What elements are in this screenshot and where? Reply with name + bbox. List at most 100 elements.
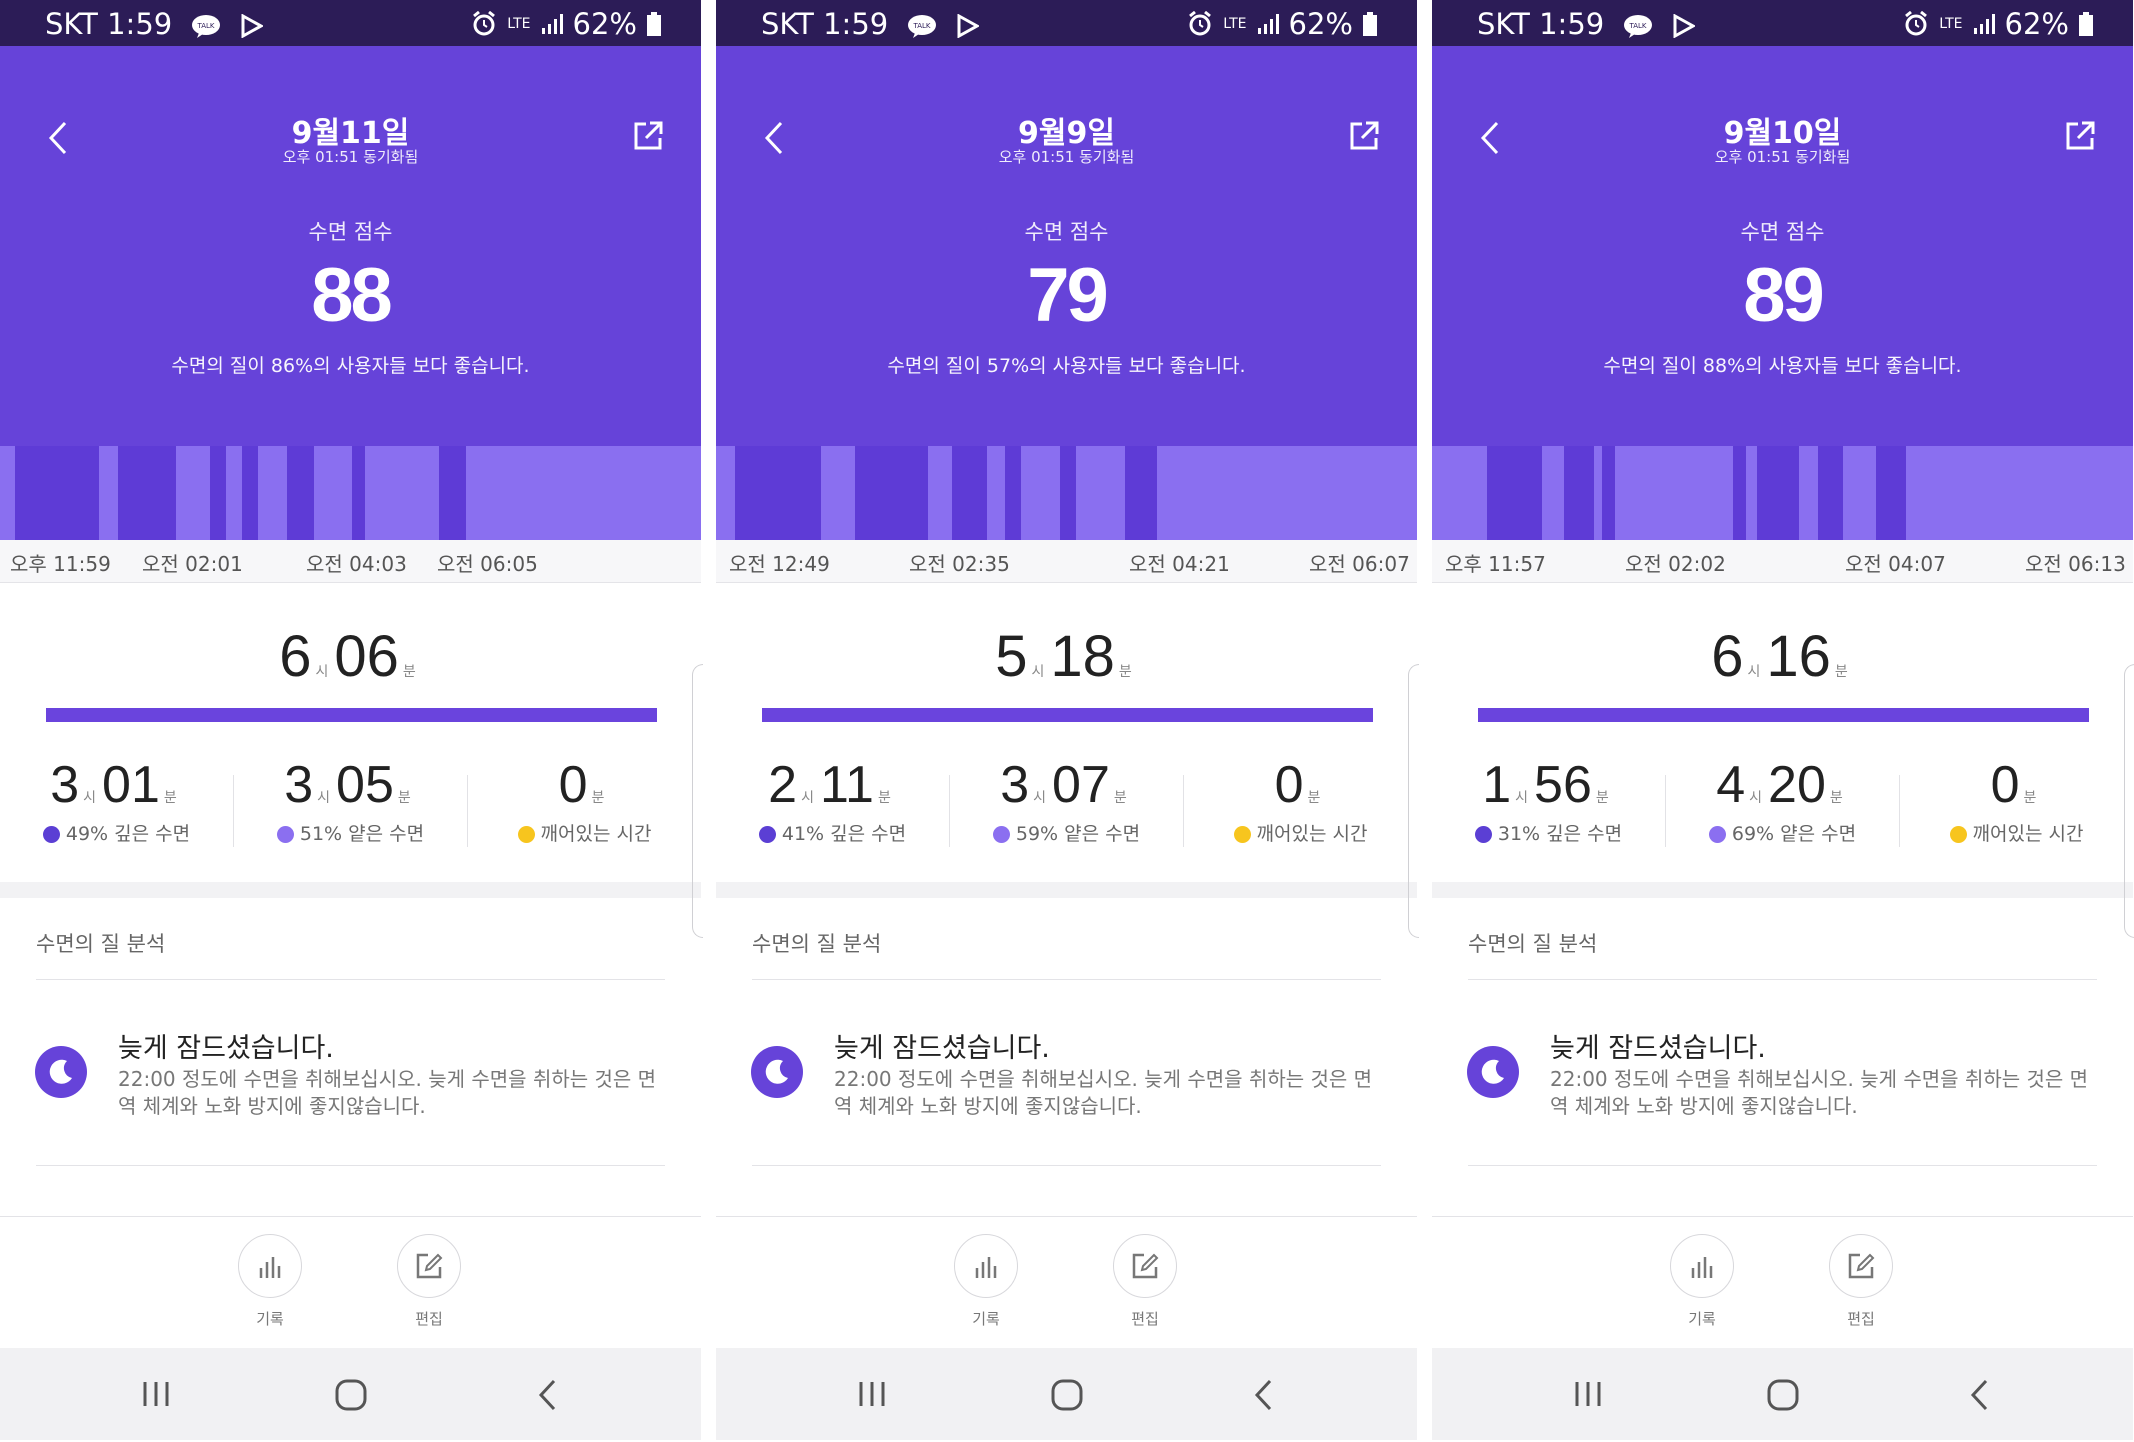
share-icon[interactable] <box>2064 120 2096 152</box>
battery-level: 62% <box>1288 7 1353 41</box>
record-label: 기록 <box>1688 1310 1716 1328</box>
bar-chart-icon <box>259 1257 281 1278</box>
signal-icon <box>541 14 563 34</box>
score-label: 수면 점수 <box>1024 220 1109 244</box>
light-minutes: 05 <box>336 756 394 814</box>
hour-unit: 시 <box>1033 789 1047 805</box>
light-sleep-dot <box>276 826 294 843</box>
sleep-score-header: 9월9일 오후 01:51 동기화됨 수면 점수 79 수면의 질이 57%의 … <box>716 46 1417 446</box>
light-sleep-dot <box>992 826 1010 843</box>
edit-label: 편집 <box>1847 1310 1875 1328</box>
sleep-panel-2: SKT 1:59 TALK LTE 62% 9월9일 오후 01:51 동기화됨… <box>716 0 1417 1440</box>
divider <box>36 1165 665 1166</box>
sleep-score: 88 <box>311 253 393 338</box>
sleep-panel-1: SKT 1:59 TALK LTE 62% 9월11일 오후 01:51 동기화… <box>0 0 701 1440</box>
deep-sleep-segment <box>1060 446 1076 540</box>
minute-unit: 분 <box>877 789 891 805</box>
deep-sleep-legend: 41% 깊은 수면 <box>781 823 907 845</box>
sleep-stage-bar[interactable] <box>1432 446 2133 540</box>
play-store-icon <box>1673 14 1695 38</box>
awake-stat: 0분 깨어있는 시간 <box>1900 755 2133 846</box>
light-sleep-legend: 59% 얕은 수면 <box>1015 823 1141 845</box>
home-icon[interactable] <box>1766 1378 1800 1412</box>
timeline-label: 오전 12:49 <box>729 552 830 576</box>
share-icon[interactable] <box>1348 120 1380 152</box>
deep-sleep-dot <box>758 826 776 843</box>
recent-apps-icon[interactable] <box>140 1378 172 1410</box>
network-type: LTE <box>1223 16 1247 32</box>
status-right: LTE 62% <box>1187 7 1377 41</box>
share-icon[interactable] <box>632 120 664 152</box>
awake-stat: 0분 깨어있는 시간 <box>1184 755 1417 846</box>
deep-sleep-segment <box>352 446 365 540</box>
minute-unit: 분 <box>1595 789 1609 805</box>
sleep-score-header: 9월11일 오후 01:51 동기화됨 수면 점수 88 수면의 질이 86%의… <box>0 46 701 446</box>
minute-unit: 분 <box>591 789 605 805</box>
deep-sleep-segment <box>952 446 987 540</box>
hour-unit: 시 <box>1031 663 1045 679</box>
recent-apps-icon[interactable] <box>1572 1378 1604 1410</box>
status-bar: SKT 1:59 TALK LTE 62% <box>1432 0 2133 46</box>
record-button[interactable]: 기록 <box>954 1234 1018 1329</box>
light-sleep-legend: 69% 얕은 수면 <box>1731 823 1857 845</box>
edit-button[interactable]: 편집 <box>397 1234 461 1329</box>
timeline-label: 오후 11:57 <box>1445 552 1546 576</box>
moon-icon <box>1467 1046 1519 1098</box>
nav-back-icon[interactable] <box>1252 1378 1274 1412</box>
awake-dot <box>1233 826 1251 843</box>
bar-chart-icon <box>975 1257 997 1278</box>
advice-title: 늦게 잠드셨습니다. <box>118 1033 334 1064</box>
light-minutes: 07 <box>1052 756 1110 814</box>
minute-unit: 분 <box>1118 663 1132 679</box>
record-button[interactable]: 기록 <box>238 1234 302 1329</box>
timeline-label: 오전 04:07 <box>1845 552 1946 576</box>
sleep-stats: 1 시 56 분 31% 깊은 수면 4 시 20 분 69% 얕은 수면 0분 깨어있는 … <box>1432 755 2133 865</box>
divider <box>1468 979 2097 980</box>
battery-level: 62% <box>2004 7 2069 41</box>
sleep-stage-bar[interactable] <box>716 446 1417 540</box>
battery-icon <box>2079 12 2093 36</box>
deep-sleep-stat: 1 시 56 분 31% 깊은 수면 <box>1432 755 1665 846</box>
deep-sleep-segment <box>1125 446 1157 540</box>
nav-back-icon[interactable] <box>1968 1378 1990 1412</box>
status-right: LTE 62% <box>471 7 661 41</box>
nav-back-icon[interactable] <box>536 1378 558 1412</box>
edge-panel-handle[interactable] <box>2124 664 2134 938</box>
score-description: 수면의 질이 86%의 사용자들 보다 좋습니다. <box>171 355 530 377</box>
sleep-stage-bar[interactable] <box>0 446 701 540</box>
record-button[interactable]: 기록 <box>1670 1234 1734 1329</box>
total-sleep-bar <box>1478 708 2089 722</box>
status-left: SKT 1:59 TALK <box>45 7 263 41</box>
light-sleep-dot <box>1708 826 1726 843</box>
network-type: LTE <box>1939 16 1963 32</box>
total-sleep-duration: 6 시 06 분 <box>0 623 701 690</box>
edit-button[interactable]: 편집 <box>1113 1234 1177 1329</box>
deep-sleep-dot <box>42 826 60 843</box>
deep-sleep-segment <box>1602 446 1615 540</box>
minute-unit: 분 <box>1829 789 1843 805</box>
advice-body: 22:00 정도에 수면을 취해보십시오. 늦게 수면을 취하는 것은 면역 체… <box>834 1067 1373 1118</box>
recent-apps-icon[interactable] <box>856 1378 888 1410</box>
edge-panel-handle[interactable] <box>692 664 703 938</box>
home-icon[interactable] <box>334 1378 368 1412</box>
clock: 1:59 <box>107 7 173 41</box>
edit-button[interactable]: 편집 <box>1829 1234 1893 1329</box>
total-minutes: 18 <box>1050 624 1115 689</box>
total-sleep-bar <box>46 708 657 722</box>
edge-panel-handle[interactable] <box>1408 664 1419 938</box>
clock: 1:59 <box>823 7 889 41</box>
timeline-label: 오전 02:01 <box>142 552 243 576</box>
advice-body: 22:00 정도에 수면을 취해보십시오. 늦게 수면을 취하는 것은 면역 체… <box>118 1067 657 1118</box>
timeline-label: 오전 06:13 <box>2025 552 2126 576</box>
deep-sleep-dot <box>1474 826 1492 843</box>
deep-sleep-segment <box>1564 446 1594 540</box>
sync-status: 오후 01:51 동기화됨 <box>282 148 419 166</box>
home-icon[interactable] <box>1050 1378 1084 1412</box>
svg-text:TALK: TALK <box>913 22 931 30</box>
divider <box>1432 1216 2133 1217</box>
status-bar: SKT 1:59 TALK LTE 62% <box>716 0 1417 46</box>
clock: 1:59 <box>1539 7 1605 41</box>
sleep-stats: 2 시 11 분 41% 깊은 수면 3 시 07 분 59% 얕은 수면 0분 깨어있는 … <box>716 755 1417 865</box>
score-label: 수면 점수 <box>308 220 393 244</box>
deep-sleep-segment <box>1005 446 1021 540</box>
